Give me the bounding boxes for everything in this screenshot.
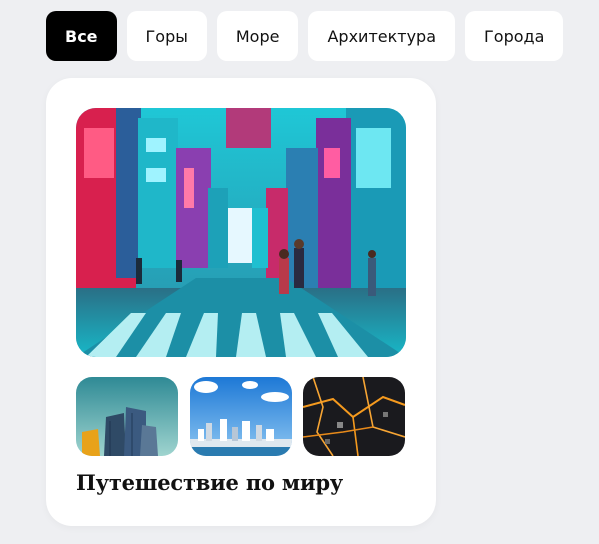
- filter-sea-button[interactable]: Море: [216, 11, 299, 61]
- filter-cities-button[interactable]: Города: [465, 11, 564, 61]
- travel-card[interactable]: Путешествие по миру: [46, 78, 436, 526]
- filter-mountains-button[interactable]: Горы: [126, 11, 207, 61]
- filter-all-button[interactable]: Все: [46, 11, 117, 61]
- hero-image-city-street[interactable]: [76, 108, 406, 357]
- category-filters: Все Горы Море Архитектура Города: [46, 11, 564, 61]
- thumbnail-skyscrapers[interactable]: [76, 377, 178, 456]
- thumbnail-city-skyline[interactable]: [190, 377, 292, 456]
- card-title: Путешествие по миру: [76, 470, 344, 495]
- filter-architecture-button[interactable]: Архитектура: [308, 11, 456, 61]
- thumbnail-night-city-aerial[interactable]: [303, 377, 405, 456]
